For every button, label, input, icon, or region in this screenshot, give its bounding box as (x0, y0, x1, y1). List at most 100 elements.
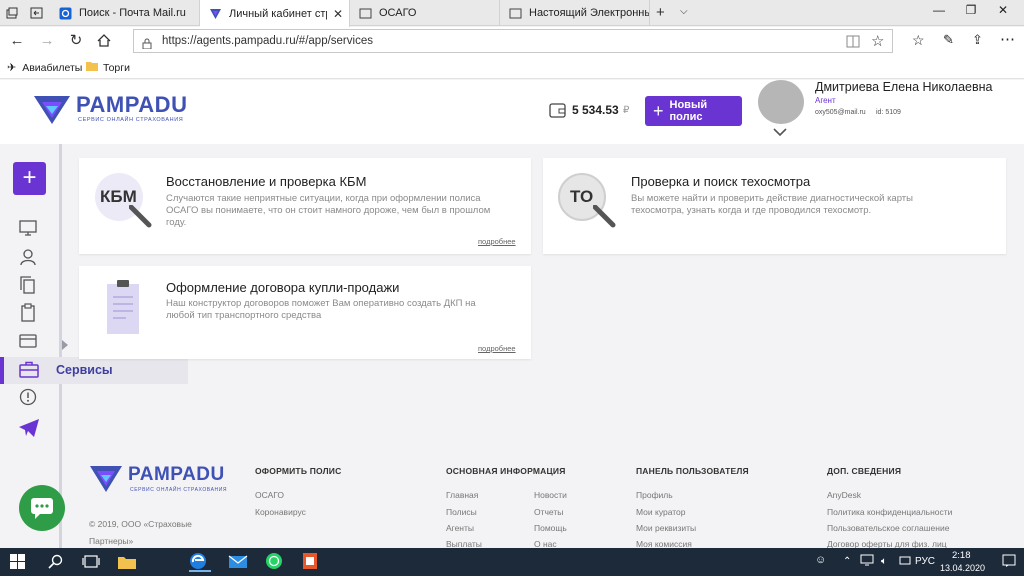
avatar[interactable] (758, 80, 804, 124)
whatsapp-icon[interactable] (265, 552, 287, 572)
footer-link[interactable]: Мои куратор (636, 507, 686, 517)
footer-link[interactable]: Полисы (446, 507, 477, 517)
sidebar-item-services[interactable]: Сервисы (0, 357, 188, 384)
notifications-icon[interactable] (1002, 554, 1016, 571)
forward-arrow-icon[interactable]: → (36, 32, 58, 50)
footer-link[interactable]: Главная (446, 490, 478, 500)
site-header: PAMPADU СЕРВИС ОНЛАЙН СТРАХОВАНИЯ 5 534.… (0, 80, 1024, 144)
footer-link[interactable]: Политика конфиденциальности (827, 507, 952, 517)
tab-back-icon[interactable] (30, 6, 43, 19)
clock-time[interactable]: 2:18 (952, 550, 971, 561)
favorite-star-icon[interactable]: ☆ (871, 31, 884, 53)
monitor-icon[interactable] (18, 219, 40, 241)
home-icon[interactable] (96, 33, 112, 53)
more-link[interactable]: подробнее (478, 344, 516, 353)
new-policy-button[interactable]: + Новый полис (645, 96, 742, 126)
sidebar-collapse-arrow-icon[interactable] (62, 340, 68, 350)
service-card-kbm[interactable]: КБМ Восстановление и проверка КБМ Случаю… (79, 158, 531, 254)
currency-symbol: ₽ (623, 105, 630, 116)
card-icon[interactable] (18, 331, 40, 353)
service-card-dkp[interactable]: Оформление договора купли-продажи Наш ко… (79, 266, 531, 359)
footer-link[interactable]: Новости (534, 490, 567, 500)
favorites-list-icon[interactable]: ☆ (912, 32, 925, 49)
network-icon[interactable] (860, 554, 874, 569)
chevron-down-icon[interactable] (773, 126, 787, 140)
briefcase-icon (19, 361, 39, 384)
footer-link[interactable]: Пользовательское соглашение (827, 523, 949, 533)
favorite-aviabilety[interactable]: ✈ Авиабилеты (7, 61, 82, 75)
person-icon[interactable]: ☺ (815, 554, 826, 566)
new-tab-icon[interactable]: + (656, 4, 665, 21)
minimize-icon[interactable]: — (924, 3, 954, 17)
windows-start-icon[interactable] (10, 552, 32, 572)
pampadu-logo[interactable]: PAMPADU СЕРВИС ОНЛАЙН СТРАХОВАНИЯ (32, 92, 187, 131)
add-button[interactable]: + (13, 162, 46, 195)
tab-pampadu[interactable]: Личный кабинет страх ✕ (200, 0, 350, 27)
user-name[interactable]: Дмитриева Елена Николаевна (815, 80, 992, 94)
mail-app-icon[interactable] (228, 552, 250, 572)
footer-link[interactable]: Агенты (446, 523, 474, 533)
tab-document[interactable]: Настоящий Электронный Г (500, 0, 650, 26)
user-icon[interactable] (18, 247, 40, 269)
footer-link[interactable]: Профиль (636, 490, 673, 500)
favorite-torgi[interactable]: Торги (86, 61, 130, 74)
address-bar[interactable]: https://agents.pampadu.ru/#/app/services… (133, 29, 893, 53)
restore-icon[interactable]: ❐ (956, 3, 986, 17)
copy-icon[interactable] (18, 275, 40, 297)
edge-browser-icon[interactable] (189, 552, 211, 572)
footer-link[interactable]: Мои реквизиты (636, 523, 696, 533)
card-title: Оформление договора купли-продажи (166, 280, 400, 295)
tab-title: Личный кабинет страх (229, 7, 327, 20)
clipboard-icon[interactable] (18, 303, 40, 325)
more-dots-icon[interactable]: ⋯ (1000, 30, 1015, 48)
footer-link[interactable]: Отчеты (534, 507, 563, 517)
balance-value: 5 534.53 (572, 103, 619, 117)
service-card-to[interactable]: ТО Проверка и поиск техосмотра Вы можете… (543, 158, 1006, 254)
clock-date[interactable]: 13.04.2020 (940, 563, 985, 573)
card-title: Проверка и поиск техосмотра (631, 174, 811, 189)
volume-icon[interactable]: 🔈︎ (881, 556, 887, 567)
tab-title: Настоящий Электронный Г (529, 7, 649, 19)
footer-link[interactable]: AnyDesk (827, 490, 861, 500)
more-link[interactable]: подробнее (478, 237, 516, 246)
document-app-icon[interactable] (302, 552, 324, 572)
telegram-icon[interactable] (18, 418, 40, 440)
footer-link[interactable]: Помощь (534, 523, 567, 533)
file-explorer-icon[interactable] (117, 552, 139, 572)
task-view-icon[interactable] (82, 552, 104, 572)
footer-link[interactable]: ОСАГО (255, 490, 284, 500)
chat-button[interactable] (19, 485, 65, 531)
card-description-line: Случаются такие неприятные ситуации, ког… (166, 193, 481, 204)
back-arrow-icon[interactable]: ← (6, 32, 28, 50)
wallet-icon (549, 101, 567, 124)
card-description-line: техосмотра, узнать когда и где проводилс… (631, 205, 872, 216)
user-id: id: 5109 (876, 109, 901, 116)
footer-link[interactable]: Коронавирус (255, 507, 306, 517)
tab-list-chevron-icon[interactable]: ⌵ (680, 6, 688, 17)
tray-expand-icon[interactable]: ⌃ (843, 556, 851, 567)
search-icon[interactable] (48, 552, 70, 572)
airplane-icon: ✈ (7, 62, 17, 74)
refresh-icon[interactable]: ↻ (65, 32, 87, 50)
magnifier-icon (592, 204, 617, 234)
close-window-icon[interactable]: ✕ (988, 3, 1018, 17)
reading-view-icon[interactable] (846, 34, 860, 56)
card-description-line: ОСАГО вы понимаете, что он стоит намного… (166, 205, 491, 216)
close-tab-icon[interactable]: ✕ (327, 7, 349, 21)
footer-logo[interactable]: PAMPADU СЕРВИС ОНЛАЙН СТРАХОВАНИЯ (88, 462, 227, 499)
copyright-line: Партнеры» (89, 536, 134, 546)
input-language[interactable]: РУС (915, 556, 935, 567)
lock-icon (142, 35, 152, 50)
tab-manager-icon[interactable] (6, 6, 18, 19)
share-icon[interactable]: ⇪ (972, 32, 983, 48)
card-description-line: Наш конструктор договоров поможет Вам оп… (166, 298, 476, 309)
alert-icon[interactable] (18, 387, 40, 409)
tab-osago[interactable]: ОСАГО (350, 0, 500, 26)
contract-document-icon (106, 279, 140, 340)
user-email: oxy505@mail.ru (815, 109, 866, 116)
notes-pen-icon[interactable]: ✎ (943, 32, 954, 48)
tab-mail[interactable]: Поиск - Почта Mail.ru (50, 0, 200, 26)
keyboard-icon[interactable] (899, 554, 911, 569)
plus-icon: + (653, 101, 664, 121)
footer-heading: ОФОРМИТЬ ПОЛИС (255, 466, 342, 476)
